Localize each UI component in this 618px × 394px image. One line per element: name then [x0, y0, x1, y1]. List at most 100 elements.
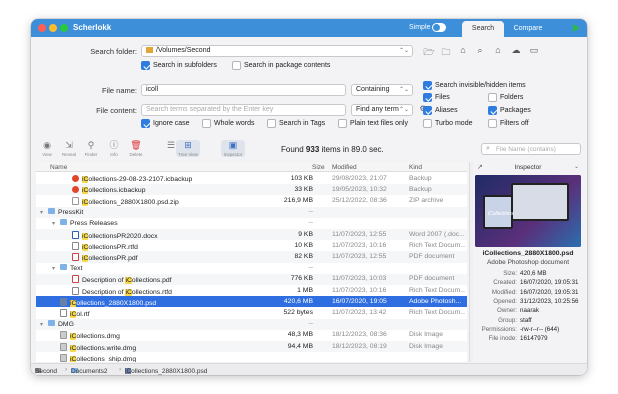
search-in-tags-checkbox[interactable]: Search in Tags	[267, 119, 325, 128]
file-name-mode-value: Containing	[356, 86, 390, 93]
files-checkbox[interactable]: Files	[423, 93, 450, 102]
checkbox-label: Ignore case	[153, 120, 190, 127]
simple-mode-label: Simple	[409, 24, 431, 31]
search-icon: ⌕	[486, 145, 490, 152]
content-mode-select[interactable]: Find any term ⌃⌄	[351, 104, 413, 116]
table-row[interactable]: iCollections.icbackup 33 KB 19/05/2023, 10…	[36, 184, 467, 196]
table-row[interactable]: iCollections_2880X1800.psd.zip 216,9 MB 25…	[36, 195, 467, 206]
home-icon[interactable]: ⌂	[491, 45, 505, 57]
table-row[interactable]: iCollectionsPR.pdf 82 KB 11/07/2023, 12:55…	[36, 251, 467, 263]
search-folder-select[interactable]: /Volumes/Second ⌃⌄	[141, 45, 413, 57]
table-row[interactable]: iCollectionsPR.rtfd 10 KB 11/07/2023, 10:1…	[36, 240, 467, 251]
folder-row[interactable]: ▾ PressKit --	[36, 206, 467, 218]
start-search-icon[interactable]	[573, 24, 580, 32]
document-icon	[60, 308, 67, 317]
whole-words-checkbox[interactable]: Whole words	[202, 119, 254, 128]
file-name-mode-select[interactable]: Containing ⌃⌄	[351, 84, 413, 96]
row-size: 776 KB	[290, 275, 313, 283]
close-window-button[interactable]	[38, 24, 46, 32]
table-row[interactable]: iCollections.dmg 48,3 MB 18/12/2023, 08:36…	[36, 330, 467, 341]
ignore-case-checkbox[interactable]: Ignore case	[141, 119, 190, 128]
eye-icon: ◉	[43, 140, 51, 150]
minimize-window-button[interactable]	[49, 24, 57, 32]
file-name-input[interactable]: icoll	[141, 84, 346, 96]
checkbox-label: Search invisible/hidden items	[435, 82, 526, 89]
folder-icon	[146, 47, 153, 53]
finder-button[interactable]: ⚲ Finder	[79, 140, 103, 157]
simple-mode-toggle[interactable]	[432, 23, 446, 32]
open-folder-icon[interactable]: 🗁	[422, 45, 436, 57]
toolbar-label: Tree View	[177, 152, 198, 157]
cloud-icon[interactable]: ☁	[509, 45, 523, 57]
search-in-packages-checkbox[interactable]: Search in package contents	[232, 61, 330, 70]
toolbar-label: Inspector	[223, 152, 243, 157]
folder-row[interactable]: ▾ Press Releases --	[36, 218, 467, 229]
column-header-size[interactable]: Size	[312, 164, 325, 171]
search-in-subfolders-checkbox[interactable]: Search in subfolders	[141, 61, 217, 70]
chevron-down-icon[interactable]: ⌄	[574, 163, 579, 170]
plain-text-checkbox[interactable]: Plain text files only	[338, 119, 408, 128]
field-value: staff	[520, 316, 532, 324]
path-item-label: Second	[35, 368, 58, 375]
filter-input[interactable]: ⌕ File Name (contains)	[481, 143, 581, 155]
checkbox-box	[141, 61, 150, 70]
turbo-mode-checkbox[interactable]: Turbo mode	[423, 119, 472, 128]
disclosure-triangle-icon[interactable]: ▾	[52, 220, 60, 227]
column-header-modified[interactable]: Modified	[332, 164, 357, 171]
network-folder-icon[interactable]: ⌂	[456, 45, 470, 57]
open-external-icon[interactable]: ↗	[477, 163, 483, 171]
table-row[interactable]: iCol.rtf 522 bytes 11/07/2023, 13:42 Rich T…	[36, 307, 467, 318]
packages-checkbox[interactable]: Packages	[488, 106, 531, 115]
file-content-input[interactable]: Search terms separated by the Enter key	[141, 104, 346, 116]
list-header: Name Size Modified Kind	[36, 162, 467, 172]
column-header-kind[interactable]: Kind	[409, 164, 422, 171]
document-icon	[72, 230, 79, 239]
inspector-file-name: iCollections_2880X1800.psd	[482, 250, 574, 257]
info-button[interactable]: ⓘ Info	[102, 140, 126, 157]
row-size: 94,4 MB	[287, 342, 313, 350]
name-text: Text	[70, 265, 83, 273]
name-text: DMG	[58, 321, 74, 329]
trash-icon: 🗑	[130, 140, 142, 150]
table-row[interactable]: iCollections_2880X1800.psd 420,6 MB 16/07/…	[36, 296, 467, 308]
name-text: ollections_ship.dmg	[76, 355, 137, 362]
app-title: Scherlokk	[73, 23, 112, 32]
table-row[interactable]: iCollections.write.dmg 94,4 MB 18/12/2023,…	[36, 341, 467, 353]
folder-icon	[48, 208, 55, 215]
reveal-button[interactable]: ⇲ Reveal	[57, 140, 81, 157]
tab-search[interactable]: Search	[462, 21, 504, 37]
filters-off-checkbox[interactable]: Filters off	[488, 119, 529, 128]
delete-button[interactable]: 🗑 Delete	[124, 140, 148, 157]
tab-compare[interactable]: Compare	[507, 21, 549, 37]
folder-row[interactable]: ▾ DMG --	[36, 318, 467, 330]
inspector-toggle-button[interactable]: ▣ Inspector	[221, 140, 245, 157]
table-row[interactable]: iCollections-29-08-23-2107.icbackup 103 K…	[36, 173, 467, 184]
results-list[interactable]: Name Size Modified Kind iCollections-29-…	[36, 162, 467, 362]
table-row[interactable]: Description of iCollections.rtfd 1 MB 11/0…	[36, 285, 467, 296]
row-modified: 11/07/2023, 10:16	[332, 286, 387, 294]
name-text: ollectionsPR2020.docx	[88, 232, 158, 240]
table-row[interactable]: Description of iCollections.pdf 776 KB 11/…	[36, 273, 467, 285]
disclosure-triangle-icon[interactable]: ▾	[40, 209, 48, 216]
search-invisible-checkbox[interactable]: Search invisible/hidden items	[423, 81, 526, 90]
table-row[interactable]: iCollections_ship.dmg	[36, 352, 467, 362]
view-button[interactable]: ◉ View	[35, 140, 59, 157]
folder-row[interactable]: ▾ Text --	[36, 263, 467, 274]
search-icon[interactable]: ⌕	[473, 45, 487, 57]
name-text: ollections.dmg	[76, 333, 120, 341]
backup-file-icon	[72, 185, 79, 193]
tree-view-button[interactable]: ⊞ Tree View	[176, 140, 200, 157]
disclosure-triangle-icon[interactable]: ▾	[40, 321, 48, 328]
row-size: --	[308, 219, 313, 227]
zoom-window-button[interactable]	[60, 24, 68, 32]
folder-list-icon[interactable]: 🗀	[439, 45, 453, 57]
field-value: naarak	[520, 307, 539, 315]
desktop-icon[interactable]: ▭	[527, 45, 541, 57]
image-file-icon	[60, 297, 67, 306]
aliases-checkbox[interactable]: Aliases	[423, 106, 458, 115]
folders-checkbox[interactable]: Folders	[488, 93, 523, 102]
table-row[interactable]: iCollectionsPR2020.docx 9 KB 11/07/2023, 1…	[36, 229, 467, 241]
disclosure-triangle-icon[interactable]: ▾	[52, 265, 60, 272]
content-mode-value: Find any term	[356, 106, 399, 113]
column-header-name[interactable]: Name	[50, 164, 67, 171]
